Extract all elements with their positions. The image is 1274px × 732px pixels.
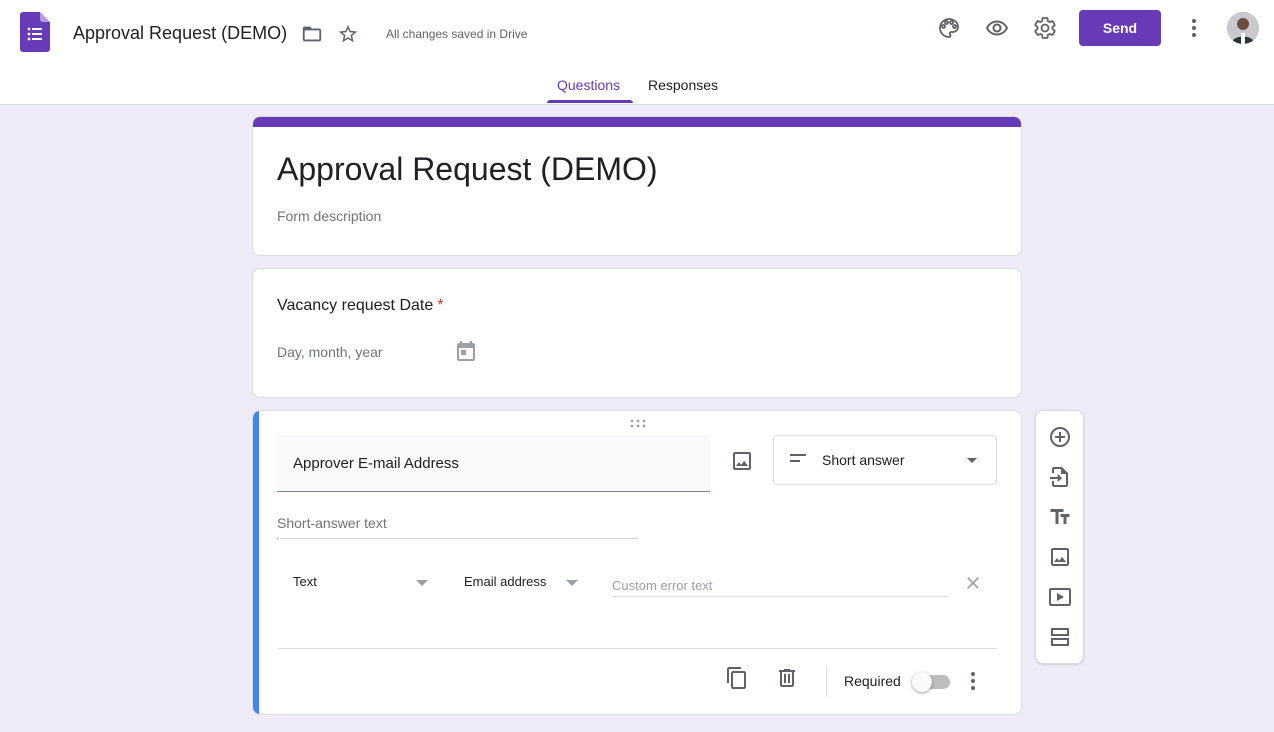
answer-underline	[277, 538, 637, 539]
drag-handle-icon[interactable]	[629, 419, 647, 429]
send-button[interactable]: Send	[1079, 10, 1161, 46]
date-placeholder: Day, month, year	[277, 344, 383, 360]
palette-icon[interactable]	[937, 16, 961, 40]
preview-eye-icon[interactable]	[985, 16, 1009, 40]
form-title[interactable]: Approval Request (DEMO)	[277, 151, 658, 188]
add-image-icon[interactable]	[1048, 545, 1072, 569]
question-title-text: Vacancy request Date	[277, 297, 434, 314]
form-title-card: Approval Request (DEMO) Form description	[252, 116, 1022, 256]
save-status-text: All changes saved in Drive	[386, 27, 528, 41]
short-answer-placeholder: Short-answer text	[277, 515, 387, 531]
form-description[interactable]: Form description	[277, 208, 381, 224]
tab-responses[interactable]: Responses	[648, 77, 718, 93]
question-title: Vacancy request Date *	[277, 297, 443, 315]
short-answer-icon	[790, 453, 806, 463]
star-icon[interactable]	[336, 22, 360, 46]
active-question-bar	[253, 411, 259, 714]
calendar-icon	[454, 339, 478, 363]
import-questions-icon[interactable]	[1048, 465, 1072, 489]
delete-icon[interactable]	[775, 666, 799, 690]
validation-type-select[interactable]: Text	[293, 574, 317, 589]
add-question-icon[interactable]	[1048, 425, 1072, 449]
document-title[interactable]: Approval Request (DEMO)	[73, 23, 287, 44]
folder-icon[interactable]	[300, 22, 324, 46]
dropdown-arrow-icon	[966, 457, 978, 465]
question-card-date[interactable]: Vacancy request Date * Day, month, year	[252, 268, 1022, 398]
required-label: Required	[844, 673, 901, 689]
tab-questions[interactable]: Questions	[557, 77, 620, 93]
question-more-icon[interactable]	[961, 669, 985, 693]
question-title-text: Approver E-mail Address	[293, 455, 459, 472]
required-asterisk: *	[437, 297, 444, 314]
add-video-icon[interactable]	[1048, 585, 1072, 609]
question-card-email[interactable]: Approver E-mail Address Short answer Sho…	[252, 410, 1022, 715]
active-tab-indicator	[547, 100, 633, 103]
toggle-knob	[912, 672, 932, 692]
custom-error-input[interactable]	[612, 575, 949, 597]
validation-type-arrow-icon[interactable]	[416, 580, 428, 586]
validation-rule-select[interactable]: Email address	[464, 574, 546, 589]
close-icon[interactable]	[963, 573, 983, 593]
duplicate-icon[interactable]	[725, 666, 749, 690]
title-card-accent-bar	[253, 117, 1021, 127]
add-section-icon[interactable]	[1048, 625, 1072, 649]
validation-rule-label: Email address	[464, 574, 547, 589]
add-title-icon[interactable]	[1048, 505, 1072, 529]
required-toggle[interactable]	[912, 671, 952, 692]
footer-divider	[277, 648, 997, 649]
more-vert-icon[interactable]	[1182, 16, 1206, 40]
question-title-field[interactable]: Approver E-mail Address	[277, 435, 710, 492]
forms-logo-icon[interactable]	[20, 12, 50, 52]
footer-separator	[826, 665, 827, 697]
question-type-label: Short answer	[822, 452, 905, 468]
validation-rule-arrow-icon[interactable]	[566, 580, 578, 586]
settings-gear-icon[interactable]	[1033, 16, 1057, 40]
side-toolbar	[1035, 410, 1084, 664]
validation-type-label: Text	[293, 574, 317, 589]
app-header: Approval Request (DEMO) All changes save…	[0, 0, 1274, 105]
account-avatar[interactable]	[1227, 12, 1259, 44]
add-image-icon[interactable]	[730, 449, 754, 473]
question-type-dropdown[interactable]: Short answer	[773, 435, 997, 485]
